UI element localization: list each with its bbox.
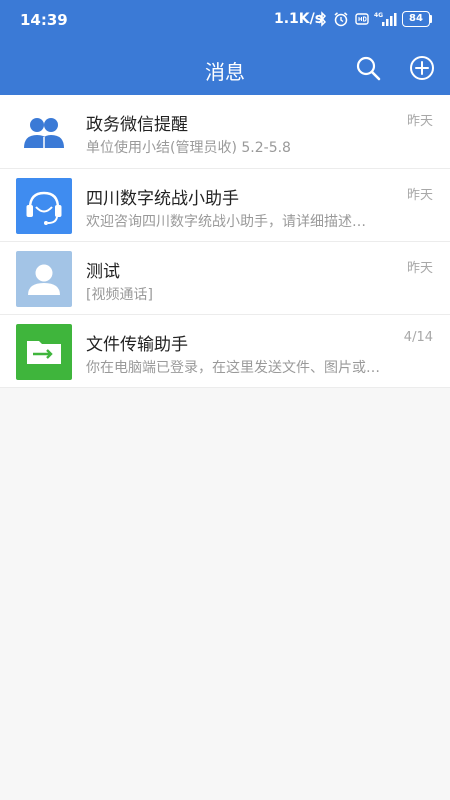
folder-transfer-icon [16, 324, 72, 380]
battery-tip [430, 15, 432, 23]
conversation-time: 昨天 [406, 261, 433, 276]
app-header: 14:39 1.1K/s 4G 84 消息 [0, 0, 450, 95]
avatar [16, 178, 72, 234]
conversation-item[interactable]: 四川数字统战小助手 欢迎咨询四川数字统战小助手，请详细描述… 昨天 [0, 168, 450, 241]
4g-signal-icon: 4G [374, 12, 397, 26]
list-divider [0, 387, 450, 388]
status-bar: 14:39 1.1K/s 4G 84 [0, 0, 450, 40]
conversation-list: 政务微信提醒 单位使用小结(管理员收) 5.2-5.8 昨天 四川数字统战小助手… [0, 95, 450, 388]
conversation-name: 政务微信提醒 [86, 115, 188, 135]
battery-indicator: 84 [402, 11, 430, 27]
conversation-time: 4/14 [403, 330, 433, 345]
plus-circle-icon[interactable] [408, 54, 436, 82]
nav-bar: 消息 [0, 40, 450, 95]
status-time: 14:39 [20, 11, 68, 29]
avatar [16, 104, 72, 160]
conversation-preview: 欢迎咨询四川数字统战小助手，请详细描述… [86, 214, 366, 230]
conversation-name: 文件传输助手 [86, 335, 188, 355]
alarm-icon [334, 12, 348, 27]
conversation-name: 测试 [86, 262, 120, 282]
conversation-preview: 你在电脑端已登录，在这里发送文件、图片或… [86, 360, 380, 376]
conversation-name: 四川数字统战小助手 [86, 189, 239, 209]
avatar [16, 251, 72, 307]
conversation-item[interactable]: 文件传输助手 你在电脑端已登录，在这里发送文件、图片或… 4/14 [0, 314, 450, 387]
conversation-item[interactable]: 政务微信提醒 单位使用小结(管理员收) 5.2-5.8 昨天 [0, 95, 450, 168]
conversation-preview: 单位使用小结(管理员收) 5.2-5.8 [86, 140, 291, 156]
group-users-icon [16, 104, 72, 160]
avatar [16, 324, 72, 380]
hd-icon [355, 13, 369, 25]
page-title: 消息 [205, 60, 245, 84]
conversation-time: 昨天 [406, 114, 433, 129]
search-icon[interactable] [354, 54, 382, 82]
conversation-time: 昨天 [406, 188, 433, 203]
conversation-item[interactable]: 测试 [视频通话] 昨天 [0, 241, 450, 314]
network-speed: 1.1K/s [274, 11, 324, 27]
conversation-preview: [视频通话] [86, 287, 153, 303]
svg-text:4G: 4G [374, 12, 383, 19]
user-icon [16, 251, 72, 307]
bluetooth-icon [318, 11, 327, 27]
headset-icon [16, 178, 72, 234]
